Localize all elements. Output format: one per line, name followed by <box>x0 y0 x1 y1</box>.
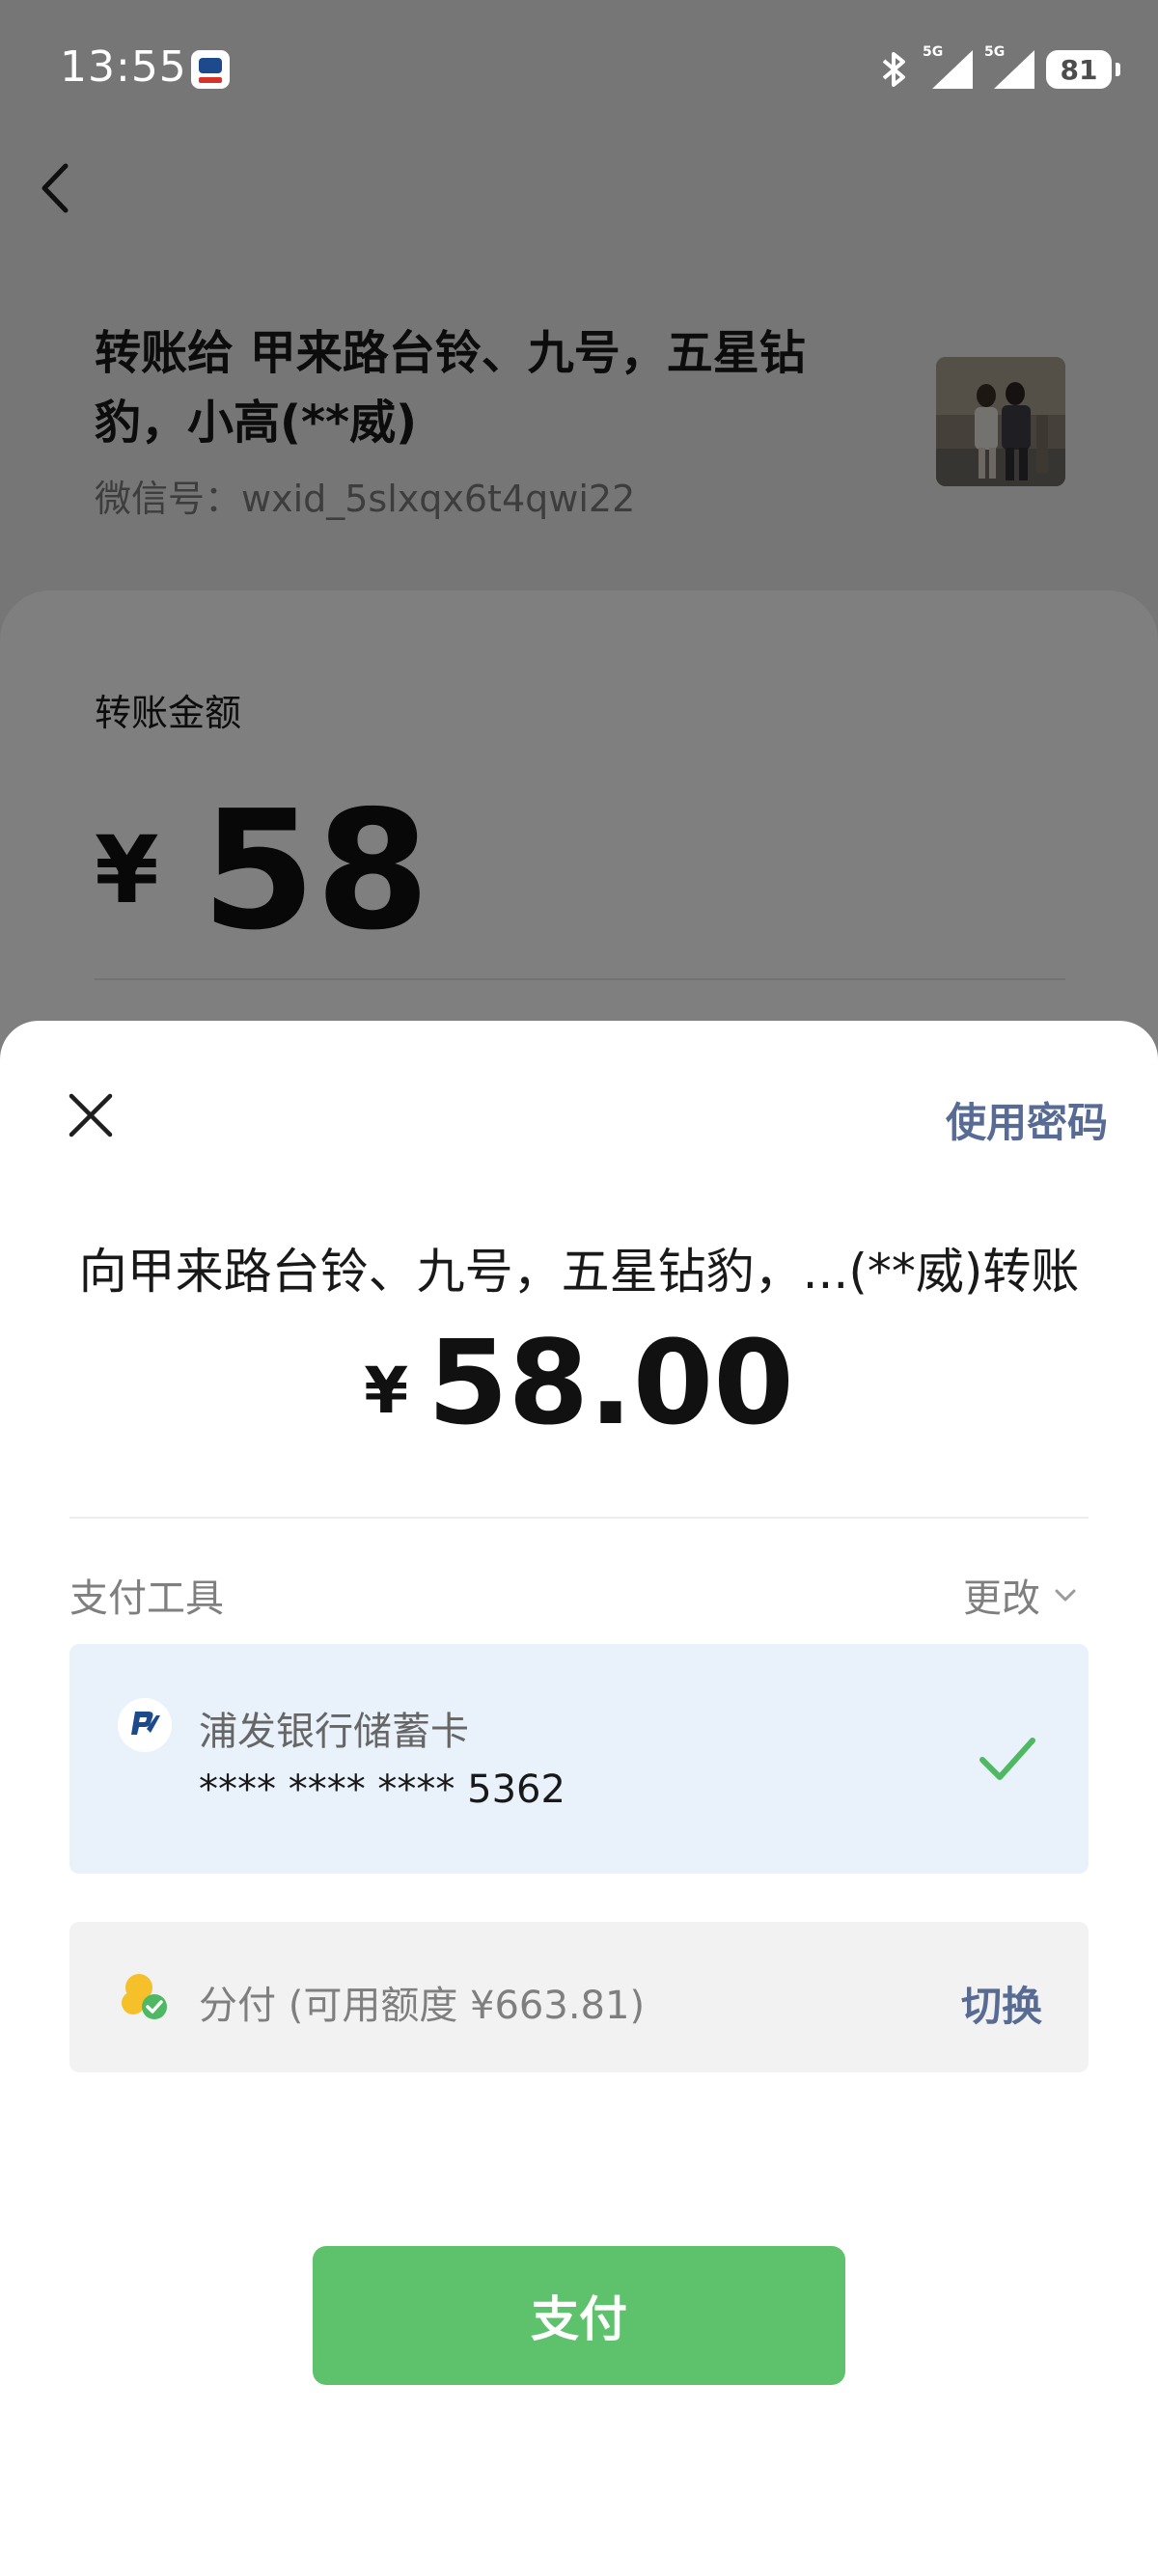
transfer-page: 转账给 甲来路台铃、九号，五星钻豹，小高(**威) 微信号：wxid_5slxq… <box>0 0 1158 2576</box>
installment-label: 分付 (可用额度 ¥663.81) <box>199 1984 646 2028</box>
pay-to-label: 向甲来路台铃、九号，五星钻豹，...(**威)转账 <box>78 1244 1080 1300</box>
signal-icon: 5G <box>923 44 973 89</box>
bluetooth-icon <box>878 50 911 89</box>
change-label: 更改 <box>963 1576 1040 1621</box>
pay-currency-symbol: ¥ <box>364 1354 409 1428</box>
change-payment-button[interactable]: 更改 <box>963 1567 1079 1623</box>
battery-level: 81 <box>1060 53 1098 86</box>
selected-bank-card[interactable] <box>69 1644 1089 1874</box>
payment-tool-label: 支付工具 <box>69 1576 224 1621</box>
status-icons: 5G 5G 81 <box>878 44 1120 91</box>
close-icon[interactable] <box>62 1086 120 1144</box>
bank-card-number: **** **** **** 5362 <box>199 1768 565 1812</box>
pay-amount-value: 58.00 <box>427 1317 794 1451</box>
pay-button[interactable]: 支付 <box>313 2246 845 2385</box>
battery-icon: 81 <box>1046 50 1120 89</box>
installment-icon <box>118 1968 172 2022</box>
signal-icon-2: 5G <box>984 44 1034 89</box>
bank-app-notification-icon <box>191 50 230 89</box>
chevron-down-icon <box>1055 1589 1076 1602</box>
divider <box>69 1517 1089 1519</box>
spdb-bank-icon <box>118 1698 172 1752</box>
check-icon <box>977 1729 1038 1787</box>
pay-amount: ¥ 58.00 <box>0 1322 1158 1447</box>
bank-card-name: 浦发银行储蓄卡 <box>199 1710 469 1754</box>
modal-overlay[interactable] <box>0 0 1158 1061</box>
status-time: 13:55 <box>60 42 187 92</box>
use-password-link[interactable]: 使用密码 <box>946 1090 1108 1149</box>
switch-installment-button[interactable]: 切换 <box>961 1974 1042 2033</box>
